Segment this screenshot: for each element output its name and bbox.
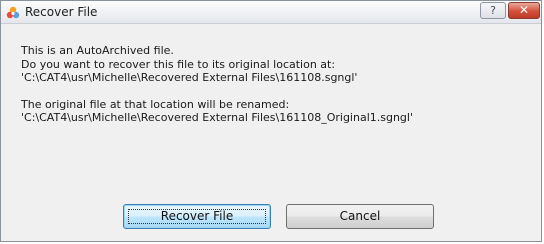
cancel-button[interactable]: Cancel [286,204,434,229]
app-logo-icon [6,5,20,19]
message-line: The original file at that location will … [21,97,290,111]
help-icon: ? [490,4,496,17]
help-button[interactable]: ? [480,2,506,19]
message-line: Do you want to recover this file to its … [21,57,336,71]
message-body: This is an AutoArchived file. Do you wan… [21,44,413,125]
recover-file-button[interactable]: Recover File [123,204,271,229]
cancel-button-label: Cancel [339,209,381,223]
recover-file-dialog: Recover File ? ✕ This is an AutoArchived… [0,0,542,242]
renamed-file-path: 'C:\CAT4\usr\Michelle\Recovered External… [21,111,413,124]
recover-file-button-label: Recover File [160,209,234,223]
window-title: Recover File [25,5,98,19]
close-icon: ✕ [518,3,530,17]
message-line: This is an AutoArchived file. [21,44,174,57]
title-bar[interactable]: Recover File ? ✕ [1,1,541,24]
original-location-path: 'C:\CAT4\usr\Michelle\Recovered External… [21,71,358,84]
close-button[interactable]: ✕ [508,2,540,19]
